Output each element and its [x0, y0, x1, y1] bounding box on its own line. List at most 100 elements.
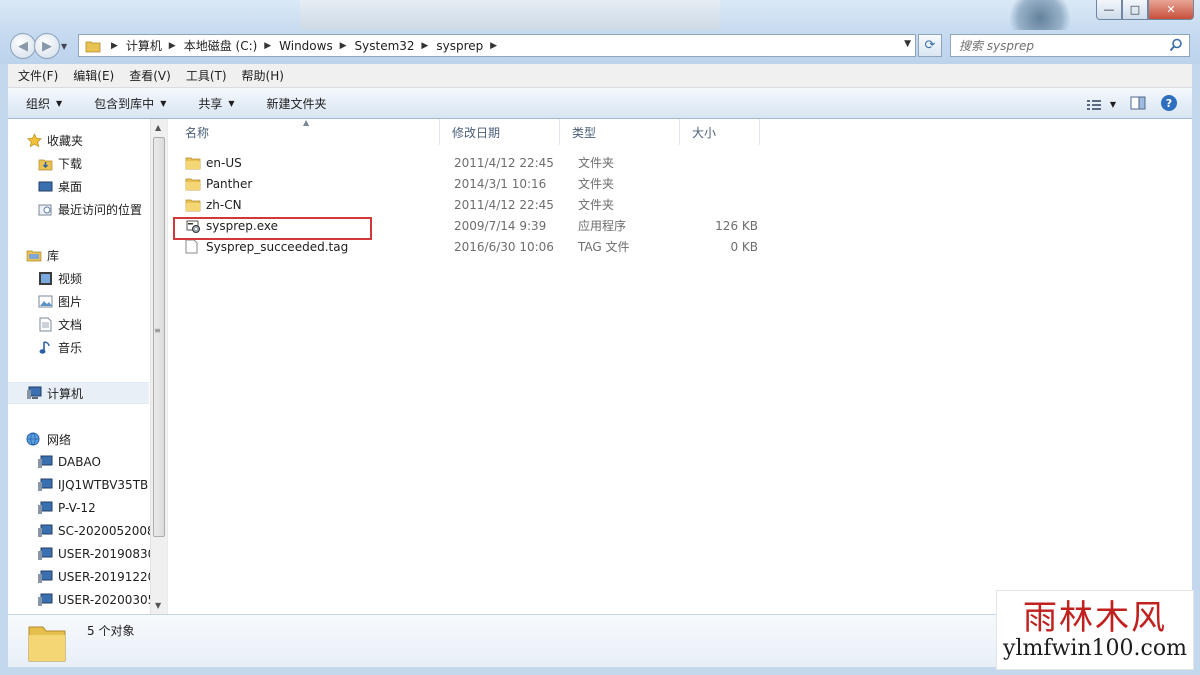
file-type: 文件夹 — [578, 198, 615, 212]
nav-network-host[interactable]: IJQ1WTBV35TB — [37, 474, 148, 496]
file-row[interactable]: Sysprep_succeeded.tag 2016/6/30 10:06 TA… — [173, 236, 773, 257]
breadcrumb-computer[interactable]: 计算机 ▶ — [126, 37, 184, 54]
file-type: 文件夹 — [578, 156, 615, 170]
nav-network[interactable]: 网络 — [26, 428, 71, 450]
nav-network-host[interactable]: USER-20190830 — [37, 543, 150, 565]
back-button[interactable]: ◀ — [10, 33, 36, 59]
nav-label: 桌面 — [58, 179, 83, 194]
background-blur — [1000, 0, 1080, 30]
nav-label: USER-20191220 — [58, 570, 150, 584]
file-name: Panther — [206, 176, 253, 191]
chevron-right-icon: ▶ — [487, 40, 498, 51]
folder-icon — [185, 155, 201, 171]
menu-edit[interactable]: 编辑(E) — [63, 67, 119, 84]
computer-icon — [26, 385, 42, 401]
nav-label: 文档 — [58, 317, 83, 332]
scroll-down-icon[interactable]: ▼ — [155, 601, 161, 610]
nav-favorites[interactable]: 收藏夹 — [26, 129, 83, 151]
file-date: 2011/4/12 22:45 — [454, 155, 554, 170]
column-header-date[interactable]: 修改日期 — [440, 119, 560, 145]
nav-network-host[interactable]: USER-20191220 — [37, 566, 150, 588]
search-icon[interactable] — [1169, 38, 1183, 52]
nav-music[interactable]: 音乐 — [37, 336, 82, 358]
maximize-button[interactable]: □ — [1122, 0, 1148, 20]
window-controls: — □ ✕ — [1096, 0, 1194, 20]
nav-network-host[interactable]: P-V-12 — [37, 497, 96, 519]
organize-button[interactable]: 组织 ▼ — [8, 95, 76, 112]
nav-pictures[interactable]: 图片 — [37, 290, 82, 312]
nav-libraries[interactable]: 库 — [26, 244, 59, 266]
network-computer-icon — [37, 523, 53, 539]
watermark: 雨林木风 ylmfwin100.com — [996, 590, 1194, 670]
nav-label: 最近访问的位置 — [58, 202, 143, 217]
breadcrumb-sysprep[interactable]: sysprep ▶ — [436, 39, 505, 53]
navigation-pane: 收藏夹 下载 桌面 最近访问的位置 库 视频 图片 文档 音乐 计算机 网络 D… — [8, 119, 150, 614]
file-row[interactable]: zh-CN 2011/4/12 22:45 文件夹 — [173, 194, 773, 215]
share-button[interactable]: 共享 ▼ — [180, 95, 248, 112]
include-in-library-label: 包含到库中 — [94, 96, 155, 111]
nav-label: SC-2020052008 — [58, 524, 150, 538]
menu-file[interactable]: 文件(F) — [8, 67, 63, 84]
nav-videos[interactable]: 视频 — [37, 267, 82, 289]
nav-recent-places[interactable]: 最近访问的位置 — [37, 198, 142, 220]
scroll-up-icon[interactable]: ▲ — [155, 123, 161, 132]
change-view-button[interactable]: ▼ — [1086, 98, 1116, 112]
chevron-down-icon: ▼ — [56, 98, 63, 108]
preview-pane-button[interactable] — [1130, 96, 1146, 113]
new-folder-button[interactable]: 新建文件夹 — [249, 95, 341, 112]
scrollbar-thumb[interactable] — [153, 137, 165, 537]
nav-desktop[interactable]: 桌面 — [37, 175, 82, 197]
help-button[interactable]: ? — [1160, 94, 1178, 115]
breadcrumb-system32[interactable]: System32 ▶ — [355, 39, 437, 53]
menu-view[interactable]: 查看(V) — [119, 67, 176, 84]
nav-downloads[interactable]: 下载 — [37, 152, 82, 174]
nav-label: 音乐 — [58, 340, 83, 355]
nav-label: 视频 — [58, 271, 83, 286]
refresh-icon: ⟳ — [924, 38, 936, 53]
recent-pages-dropdown[interactable]: ▼ — [61, 33, 73, 59]
folder-icon — [28, 626, 66, 662]
column-headers: ▲ 名称 修改日期 类型 大小 — [173, 118, 1192, 145]
chevron-right-icon: ▶ — [336, 40, 347, 51]
chevron-down-icon: ▼ — [228, 98, 235, 108]
chevron-right-icon: ▶ — [261, 40, 272, 51]
column-header-name[interactable]: ▲ 名称 — [173, 118, 440, 145]
breadcrumb-drive[interactable]: 本地磁盘 (C:) ▶ — [184, 37, 279, 54]
column-label: 修改日期 — [452, 125, 501, 140]
file-type: TAG 文件 — [578, 240, 630, 254]
breadcrumb-root[interactable]: ▶ — [107, 41, 126, 51]
nav-network-host[interactable]: DABAO — [37, 451, 101, 473]
column-header-size[interactable]: 大小 — [680, 119, 760, 145]
nav-label: 收藏夹 — [47, 133, 84, 148]
nav-documents[interactable]: 文档 — [37, 313, 82, 335]
column-label: 大小 — [692, 125, 717, 140]
breadcrumb-windows[interactable]: Windows ▶ — [279, 39, 354, 53]
refresh-button[interactable]: ⟳ — [918, 34, 942, 57]
file-row[interactable]: Panther 2014/3/1 10:16 文件夹 — [173, 173, 773, 194]
nav-network-host[interactable]: USER-20200305 — [37, 589, 150, 611]
minimize-button[interactable]: — — [1096, 0, 1122, 20]
search-input[interactable] — [959, 38, 1159, 53]
menu-tools[interactable]: 工具(T) — [176, 67, 232, 84]
nav-network-host[interactable]: SC-2020052008 — [37, 520, 150, 542]
nav-computer[interactable]: 计算机 — [8, 382, 149, 404]
close-button[interactable]: ✕ — [1148, 0, 1194, 20]
network-computer-icon — [37, 546, 53, 562]
breadcrumb-label: Windows — [279, 38, 333, 53]
address-history-dropdown[interactable]: ▼ — [904, 39, 911, 49]
column-header-type[interactable]: 类型 — [560, 119, 680, 145]
include-in-library-button[interactable]: 包含到库中 ▼ — [76, 95, 180, 112]
address-bar[interactable]: ▶ 计算机 ▶ 本地磁盘 (C:) ▶ Windows ▶ System32 ▶… — [78, 34, 916, 57]
file-row[interactable]: en-US 2011/4/12 22:45 文件夹 — [173, 152, 773, 173]
navigation-scrollbar[interactable]: ▲ ≡ ▼ — [150, 119, 167, 614]
folder-icon — [185, 176, 201, 192]
nav-label: USER-20190830 — [58, 547, 150, 561]
downloads-icon — [37, 155, 53, 171]
search-box[interactable] — [950, 34, 1190, 57]
watermark-cn: 雨林木风 — [1023, 598, 1167, 638]
file-row[interactable]: sysprep.exe 2009/7/14 9:39 应用程序 126 KB — [173, 215, 773, 236]
forward-button[interactable]: ▶ — [34, 33, 60, 59]
menu-help[interactable]: 帮助(H) — [232, 67, 289, 84]
network-computer-icon — [37, 592, 53, 608]
forward-arrow-icon: ▶ — [42, 38, 52, 54]
